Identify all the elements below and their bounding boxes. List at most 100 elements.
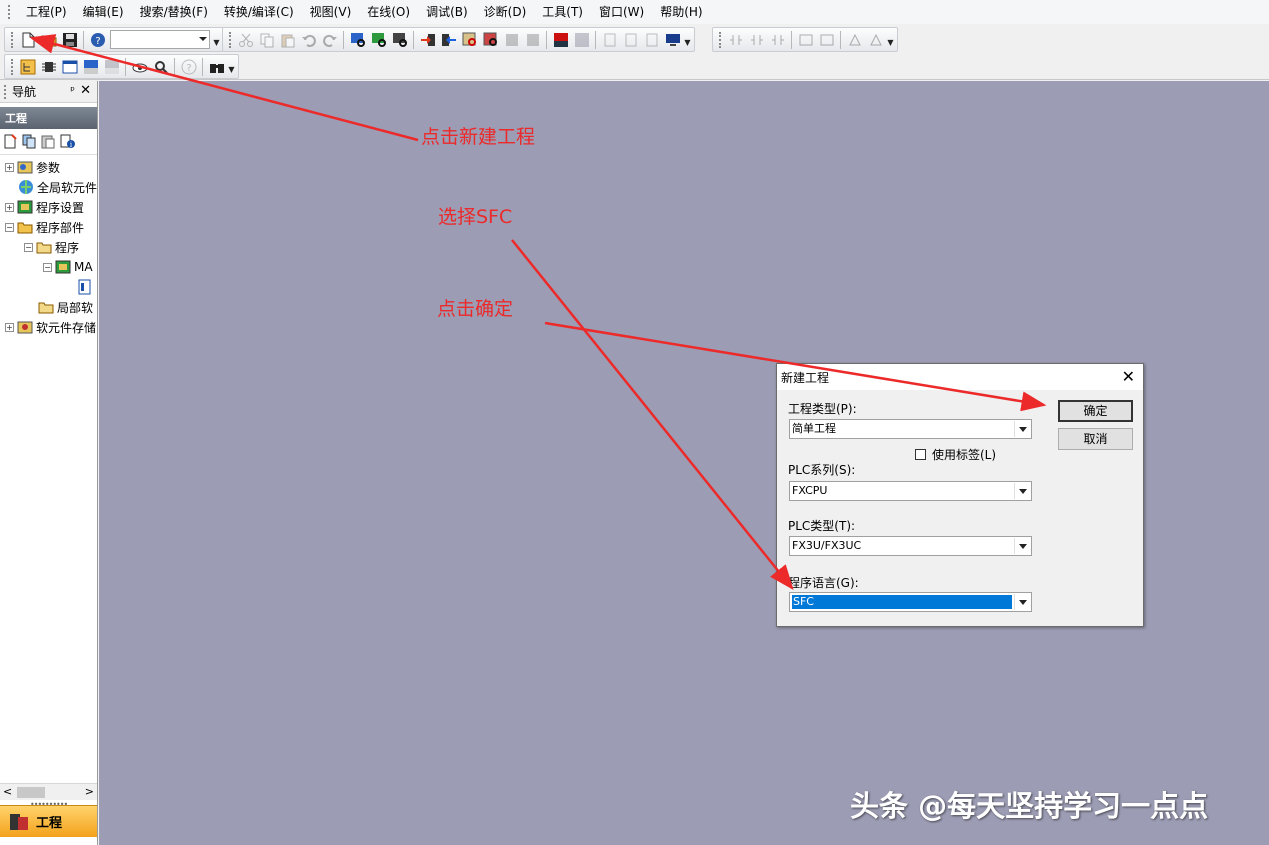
plc-type-select[interactable]: FX3U/FX3UC (789, 536, 1032, 556)
tree-item-program-parts[interactable]: − 程序部件 (5, 217, 84, 237)
pin-icon[interactable]: ᵖ (70, 84, 75, 97)
use-label-checkbox[interactable]: 使用标签(L) (915, 446, 996, 463)
display-button[interactable] (663, 30, 682, 49)
property-icon[interactable]: i (60, 134, 75, 149)
toolbar-more-icon[interactable]: ▼ (227, 57, 236, 76)
ok-button[interactable]: 确定 (1058, 400, 1133, 422)
find-button[interactable] (207, 57, 226, 76)
device-monitor-button[interactable] (551, 30, 570, 49)
copy-button[interactable] (257, 30, 276, 49)
menu-project[interactable]: 工程(P) (18, 0, 75, 24)
ladder-symbol-3-button[interactable] (768, 30, 787, 49)
paste-data-icon[interactable] (41, 134, 56, 149)
close-icon[interactable]: ✕ (1122, 367, 1135, 386)
chevron-down-icon[interactable] (1014, 538, 1030, 554)
ladder-symbol-2-button[interactable] (747, 30, 766, 49)
navigation-view-button[interactable] (18, 57, 37, 76)
chevron-down-icon[interactable] (1014, 594, 1030, 610)
tree-item-label: MA (74, 260, 93, 274)
collapse-icon[interactable]: − (5, 222, 14, 232)
ladder-symbol-5-button[interactable] (817, 30, 836, 49)
menu-convert-compile[interactable]: 转换/编译(C) (216, 0, 302, 24)
menu-debug[interactable]: 调试(B) (418, 0, 476, 24)
monitor-button[interactable] (502, 30, 521, 49)
ladder-symbol-4-button[interactable] (796, 30, 815, 49)
device-test-button[interactable] (572, 30, 591, 49)
scroll-right-icon[interactable]: > (85, 785, 94, 798)
help-button[interactable]: ? (88, 30, 107, 49)
toolbar-more-icon[interactable]: ▼ (683, 30, 692, 49)
tree-item-program-setting[interactable]: + 程序设置 (5, 197, 84, 217)
ladder-edit-button[interactable] (600, 30, 619, 49)
menu-tools[interactable]: 工具(T) (534, 0, 591, 24)
toolbar-more-icon[interactable]: ▼ (212, 30, 221, 49)
instruction-search-button[interactable] (369, 30, 388, 49)
device-list-button[interactable] (81, 57, 100, 76)
zoom-button[interactable] (151, 57, 170, 76)
menu-grip (8, 5, 12, 19)
read-from-plc-button[interactable] (439, 30, 458, 49)
collapse-icon[interactable]: − (43, 262, 52, 272)
program-language-select[interactable]: SFC (789, 592, 1032, 612)
ladder-edit-3-button[interactable] (642, 30, 661, 49)
scroll-thumb[interactable] (17, 787, 45, 798)
paste-button[interactable] (278, 30, 297, 49)
verify-plc-button[interactable] (460, 30, 479, 49)
project-type-select[interactable]: 简单工程 (789, 419, 1032, 439)
ladder-edit-2-button[interactable] (621, 30, 640, 49)
ladder-symbol-6-button[interactable] (845, 30, 864, 49)
annotation-select-sfc: 选择SFC (438, 206, 513, 228)
tree-item-global-device[interactable]: 全局软元件 (18, 177, 97, 197)
write-to-plc-button[interactable] (418, 30, 437, 49)
watch-button[interactable] (130, 57, 149, 76)
menu-search-replace[interactable]: 搜索/替换(F) (132, 0, 216, 24)
contact-coil-search-button[interactable] (390, 30, 409, 49)
menu-diagnostics[interactable]: 诊断(D) (476, 0, 535, 24)
menu-window[interactable]: 窗口(W) (591, 0, 652, 24)
collapse-icon[interactable]: − (24, 242, 33, 252)
cancel-button[interactable]: 取消 (1058, 428, 1133, 450)
output-window-button[interactable] (60, 57, 79, 76)
menu-help[interactable]: 帮助(H) (652, 0, 710, 24)
save-project-button[interactable] (60, 30, 79, 49)
parts-selection-button[interactable] (39, 57, 58, 76)
menu-online[interactable]: 在线(O) (359, 0, 418, 24)
expand-icon[interactable]: + (5, 202, 14, 212)
plc-series-select[interactable]: FXCPU (789, 481, 1032, 501)
ladder-symbol-1-button[interactable] (726, 30, 745, 49)
tree-item-main[interactable]: − MA (43, 257, 93, 277)
expand-icon[interactable]: + (5, 162, 14, 172)
scroll-left-icon[interactable]: < (3, 785, 12, 798)
ladder-symbol-7-button[interactable] (866, 30, 885, 49)
annotation-click-new: 点击新建工程 (421, 126, 536, 148)
menu-edit[interactable]: 编辑(E) (75, 0, 132, 24)
device-list-2-button[interactable] (102, 57, 121, 76)
undo-button[interactable] (299, 30, 318, 49)
chevron-down-icon[interactable] (1014, 421, 1030, 437)
paste-icon (281, 34, 294, 47)
menu-view[interactable]: 视图(V) (302, 0, 360, 24)
close-icon[interactable]: ✕ (80, 83, 91, 98)
cut-button[interactable] (236, 30, 255, 49)
add-new-data-icon[interactable] (3, 134, 18, 149)
monitor-stop-button[interactable] (523, 30, 542, 49)
monitor-search-button[interactable] (481, 30, 500, 49)
toolbar-combo[interactable] (110, 30, 210, 49)
help-2-button[interactable]: ? (179, 57, 198, 76)
project-tab[interactable]: 工程 (0, 805, 97, 837)
horizontal-scrollbar[interactable]: < > (0, 783, 97, 800)
tree-item-local-device[interactable]: 局部软 (38, 297, 93, 317)
tree-item-program[interactable]: − 程序 (24, 237, 79, 257)
checkbox-box[interactable] (915, 449, 926, 460)
tree-item-parameter[interactable]: + 参数 (5, 157, 60, 177)
expand-icon[interactable]: + (5, 322, 14, 332)
device-search-button[interactable] (348, 30, 367, 49)
tree-item-device-memory[interactable]: + 软元件存储 (5, 317, 96, 337)
redo-button[interactable] (320, 30, 339, 49)
new-project-button[interactable] (18, 30, 37, 49)
toolbar-more-icon[interactable]: ▼ (886, 30, 895, 49)
chevron-down-icon[interactable] (1014, 483, 1030, 499)
open-project-button[interactable] (39, 30, 58, 49)
copy-data-icon[interactable] (22, 134, 37, 149)
tree-item-program-body[interactable] (77, 277, 96, 297)
